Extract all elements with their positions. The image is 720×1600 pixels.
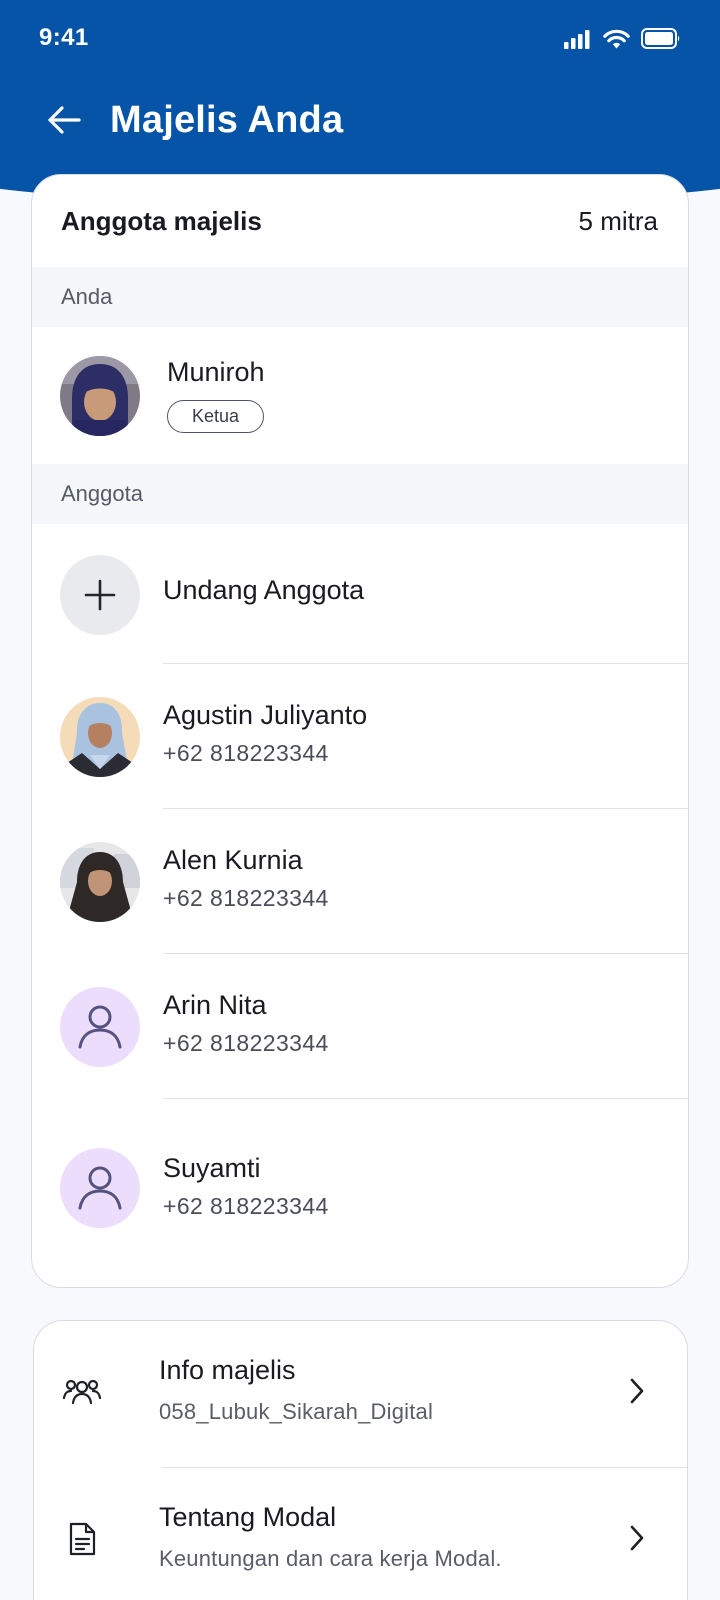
invite-icon-circle — [60, 555, 140, 635]
member-row[interactable]: Suyamti +62 818223344 — [32, 1099, 688, 1274]
tentang-modal-row[interactable]: Tentang Modal Keuntungan dan cara kerja … — [34, 1468, 687, 1600]
members-count: 5 mitra — [578, 205, 658, 236]
member-info: Arin Nita +62 818223344 — [163, 986, 329, 1057]
member-row[interactable]: Arin Nita +62 818223344 — [32, 954, 688, 1099]
invite-member-button[interactable]: Undang Anggota — [32, 524, 688, 664]
invite-member-label: Undang Anggota — [163, 575, 365, 605]
group-icon — [58, 1368, 106, 1416]
avatar — [60, 355, 140, 436]
info-subtitle: 058_Lubuk_Sikarah_Digital — [159, 1399, 434, 1424]
avatar — [60, 987, 140, 1067]
tentang-modal-text: Tentang Modal Keuntungan dan cara kerja … — [159, 1498, 502, 1572]
info-subtitle: Keuntungan dan cara kerja Modal. — [159, 1546, 502, 1571]
avatar-photo-muniroh — [60, 355, 140, 436]
document-icon — [58, 1515, 106, 1563]
status-bar: 9:41 — [0, 0, 720, 78]
avatar — [60, 697, 140, 777]
section-label-self: Anda — [32, 267, 688, 327]
member-phone: +62 818223344 — [163, 1193, 329, 1219]
member-name: Suyamti — [163, 1153, 261, 1183]
info-majelis-text: Info majelis 058_Lubuk_Sikarah_Digital — [159, 1351, 433, 1425]
member-name: Arin Nita — [163, 990, 267, 1020]
member-phone: +62 818223344 — [163, 885, 329, 911]
self-member-info: Muniroh Ketua — [167, 353, 265, 433]
member-row[interactable]: Agustin Juliyanto +62 818223344 — [32, 664, 688, 809]
avatar — [60, 1148, 140, 1228]
status-icons — [563, 28, 681, 49]
role-badge: Ketua — [167, 400, 264, 433]
plus-icon — [84, 579, 116, 611]
avatar — [60, 842, 140, 922]
screen: 9:41 Majelis Anda Anggota majelis 5 mitr… — [0, 0, 720, 1600]
member-name: Agustin Juliyanto — [163, 700, 368, 730]
battery-icon — [641, 28, 680, 49]
member-phone: +62 818223344 — [163, 1030, 329, 1056]
info-title: Info majelis — [159, 1355, 296, 1385]
app-bar: Majelis Anda — [0, 88, 720, 152]
info-majelis-row[interactable]: Info majelis 058_Lubuk_Sikarah_Digital — [34, 1321, 687, 1468]
avatar-photo-agustin — [60, 697, 140, 777]
page-title: Majelis Anda — [110, 98, 344, 141]
avatar-photo-alen — [60, 842, 140, 922]
info-title: Tentang Modal — [159, 1502, 337, 1532]
self-member-row[interactable]: Muniroh Ketua — [32, 327, 688, 464]
info-card: Info majelis 058_Lubuk_Sikarah_Digital T… — [33, 1320, 688, 1600]
member-name: Muniroh — [167, 357, 265, 387]
chevron-right-icon — [617, 1518, 657, 1558]
member-name: Alen Kurnia — [163, 845, 303, 875]
section-label-members: Anggota — [32, 464, 688, 524]
members-card-header: Anggota majelis 5 mitra — [32, 175, 688, 267]
member-info: Alen Kurnia +62 818223344 — [163, 841, 329, 912]
user-icon — [78, 1166, 122, 1210]
members-card: Anggota majelis 5 mitra Anda Muniroh Ket… — [31, 174, 689, 1288]
members-title: Anggota majelis — [61, 205, 262, 236]
member-info: Suyamti +62 818223344 — [163, 1149, 329, 1220]
chevron-right-icon — [617, 1371, 657, 1411]
member-phone: +62 818223344 — [163, 740, 329, 766]
arrow-left-icon — [48, 106, 81, 134]
member-info: Agustin Juliyanto +62 818223344 — [163, 696, 367, 767]
user-icon — [78, 1005, 122, 1049]
back-button[interactable] — [41, 97, 87, 143]
signal-icon — [564, 29, 590, 49]
status-time: 9:41 — [39, 24, 89, 51]
wifi-icon — [603, 29, 630, 48]
member-row[interactable]: Alen Kurnia +62 818223344 — [32, 809, 688, 954]
